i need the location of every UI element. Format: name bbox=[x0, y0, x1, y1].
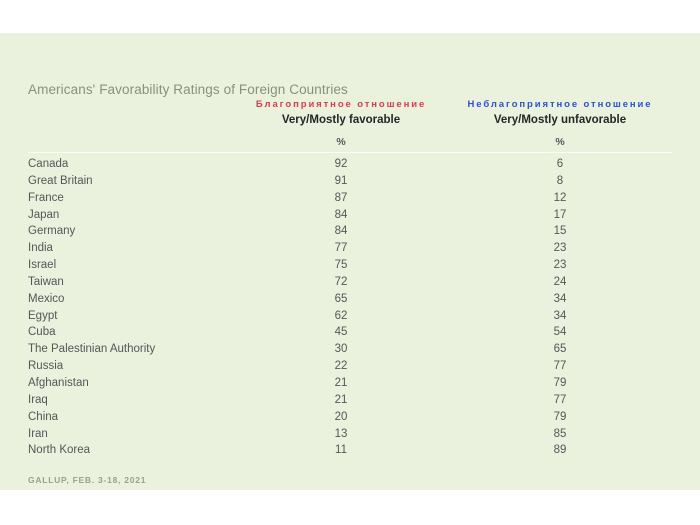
favorable-unit-label: % bbox=[336, 136, 345, 148]
favorable-value: 22 bbox=[335, 360, 348, 372]
unfavorable-value: 85 bbox=[554, 428, 567, 440]
table-row: India 77 23 bbox=[0, 242, 700, 259]
unfavorable-value: 6 bbox=[557, 158, 563, 170]
unfavorable-value: 15 bbox=[554, 225, 567, 237]
unfavorable-value: 8 bbox=[557, 175, 563, 187]
unfavorable-value: 34 bbox=[554, 293, 567, 305]
favorable-value: 20 bbox=[335, 411, 348, 423]
favorable-value: 84 bbox=[335, 209, 348, 221]
favorable-value: 62 bbox=[335, 310, 348, 322]
country-label: Germany bbox=[28, 225, 75, 237]
unfavorable-unit-label: % bbox=[555, 136, 564, 148]
country-label: Taiwan bbox=[28, 276, 64, 288]
favorable-value: 75 bbox=[335, 259, 348, 271]
table-row: France 87 12 bbox=[0, 192, 700, 209]
country-label: Japan bbox=[28, 209, 59, 221]
favorable-russian-header: Благоприятное отношение bbox=[256, 99, 426, 110]
page-title: Americans' Favorability Ratings of Forei… bbox=[28, 82, 348, 97]
table-row: Afghanistan 21 79 bbox=[0, 377, 700, 394]
favorable-value: 87 bbox=[335, 192, 348, 204]
unfavorable-russian-header: Неблагоприятное отношение bbox=[468, 99, 653, 110]
favorable-value: 91 bbox=[335, 175, 348, 187]
unfavorable-value: 89 bbox=[554, 444, 567, 456]
country-label: Cuba bbox=[28, 326, 56, 338]
favorable-value: 13 bbox=[335, 428, 348, 440]
unfavorable-value: 34 bbox=[554, 310, 567, 322]
country-label: Afghanistan bbox=[28, 377, 89, 389]
country-label: Mexico bbox=[28, 293, 64, 305]
unfavorable-column-header: Very/Mostly unfavorable bbox=[494, 114, 626, 126]
unfavorable-value: 65 bbox=[554, 343, 567, 355]
country-label: The Palestinian Authority bbox=[28, 343, 155, 355]
unfavorable-value: 79 bbox=[554, 377, 567, 389]
favorable-value: 11 bbox=[335, 444, 347, 456]
country-label: Israel bbox=[28, 259, 56, 271]
favorable-value: 77 bbox=[335, 242, 348, 254]
country-label: Iraq bbox=[28, 394, 48, 406]
chart-panel: Americans' Favorability Ratings of Forei… bbox=[0, 33, 700, 490]
favorable-column-header: Very/Mostly favorable bbox=[282, 114, 400, 126]
table-row: Mexico 65 34 bbox=[0, 293, 700, 310]
table-row: Iran 13 85 bbox=[0, 428, 700, 445]
favorable-value: 21 bbox=[335, 394, 348, 406]
country-label: Egypt bbox=[28, 310, 57, 322]
country-label: Canada bbox=[28, 158, 68, 170]
unfavorable-value: 77 bbox=[554, 360, 567, 372]
favorable-value: 92 bbox=[335, 158, 348, 170]
favorable-value: 30 bbox=[335, 343, 348, 355]
table-row: Egypt 62 34 bbox=[0, 310, 700, 327]
table-row: Cuba 45 54 bbox=[0, 326, 700, 343]
favorable-value: 84 bbox=[335, 225, 348, 237]
table-row: Canada 92 6 bbox=[0, 158, 700, 175]
table-row: Israel 75 23 bbox=[0, 259, 700, 276]
table-row: Iraq 21 77 bbox=[0, 394, 700, 411]
country-label: Great Britain bbox=[28, 175, 93, 187]
country-label: China bbox=[28, 411, 58, 423]
header-divider bbox=[28, 152, 672, 153]
country-label: France bbox=[28, 192, 64, 204]
table-row: Great Britain 91 8 bbox=[0, 175, 700, 192]
favorable-value: 45 bbox=[335, 326, 348, 338]
unfavorable-value: 23 bbox=[554, 242, 567, 254]
favorable-value: 21 bbox=[335, 377, 348, 389]
unfavorable-value: 12 bbox=[554, 192, 567, 204]
country-label: Iran bbox=[28, 428, 48, 440]
country-label: India bbox=[28, 242, 53, 254]
unfavorable-value: 77 bbox=[554, 394, 567, 406]
table-row: The Palestinian Authority 30 65 bbox=[0, 343, 700, 360]
table-row: Russia 22 77 bbox=[0, 360, 700, 377]
unfavorable-value: 17 bbox=[554, 209, 567, 221]
country-label: North Korea bbox=[28, 444, 90, 456]
table-row: Germany 84 15 bbox=[0, 225, 700, 242]
country-label: Russia bbox=[28, 360, 63, 372]
unfavorable-value: 79 bbox=[554, 411, 567, 423]
source-note: GALLUP, FEB. 3-18, 2021 bbox=[28, 475, 146, 485]
unfavorable-value: 24 bbox=[554, 276, 567, 288]
table-row: North Korea 11 89 bbox=[0, 444, 700, 461]
table-row: Japan 84 17 bbox=[0, 209, 700, 226]
favorable-value: 65 bbox=[335, 293, 348, 305]
favorable-value: 72 bbox=[335, 276, 348, 288]
table-row: Taiwan 72 24 bbox=[0, 276, 700, 293]
table-row: China 20 79 bbox=[0, 411, 700, 428]
table-body: Canada 92 6 Great Britain 91 8 France 87 12 Japan… bbox=[0, 158, 700, 461]
unfavorable-value: 23 bbox=[554, 259, 567, 271]
unfavorable-value: 54 bbox=[554, 326, 567, 338]
